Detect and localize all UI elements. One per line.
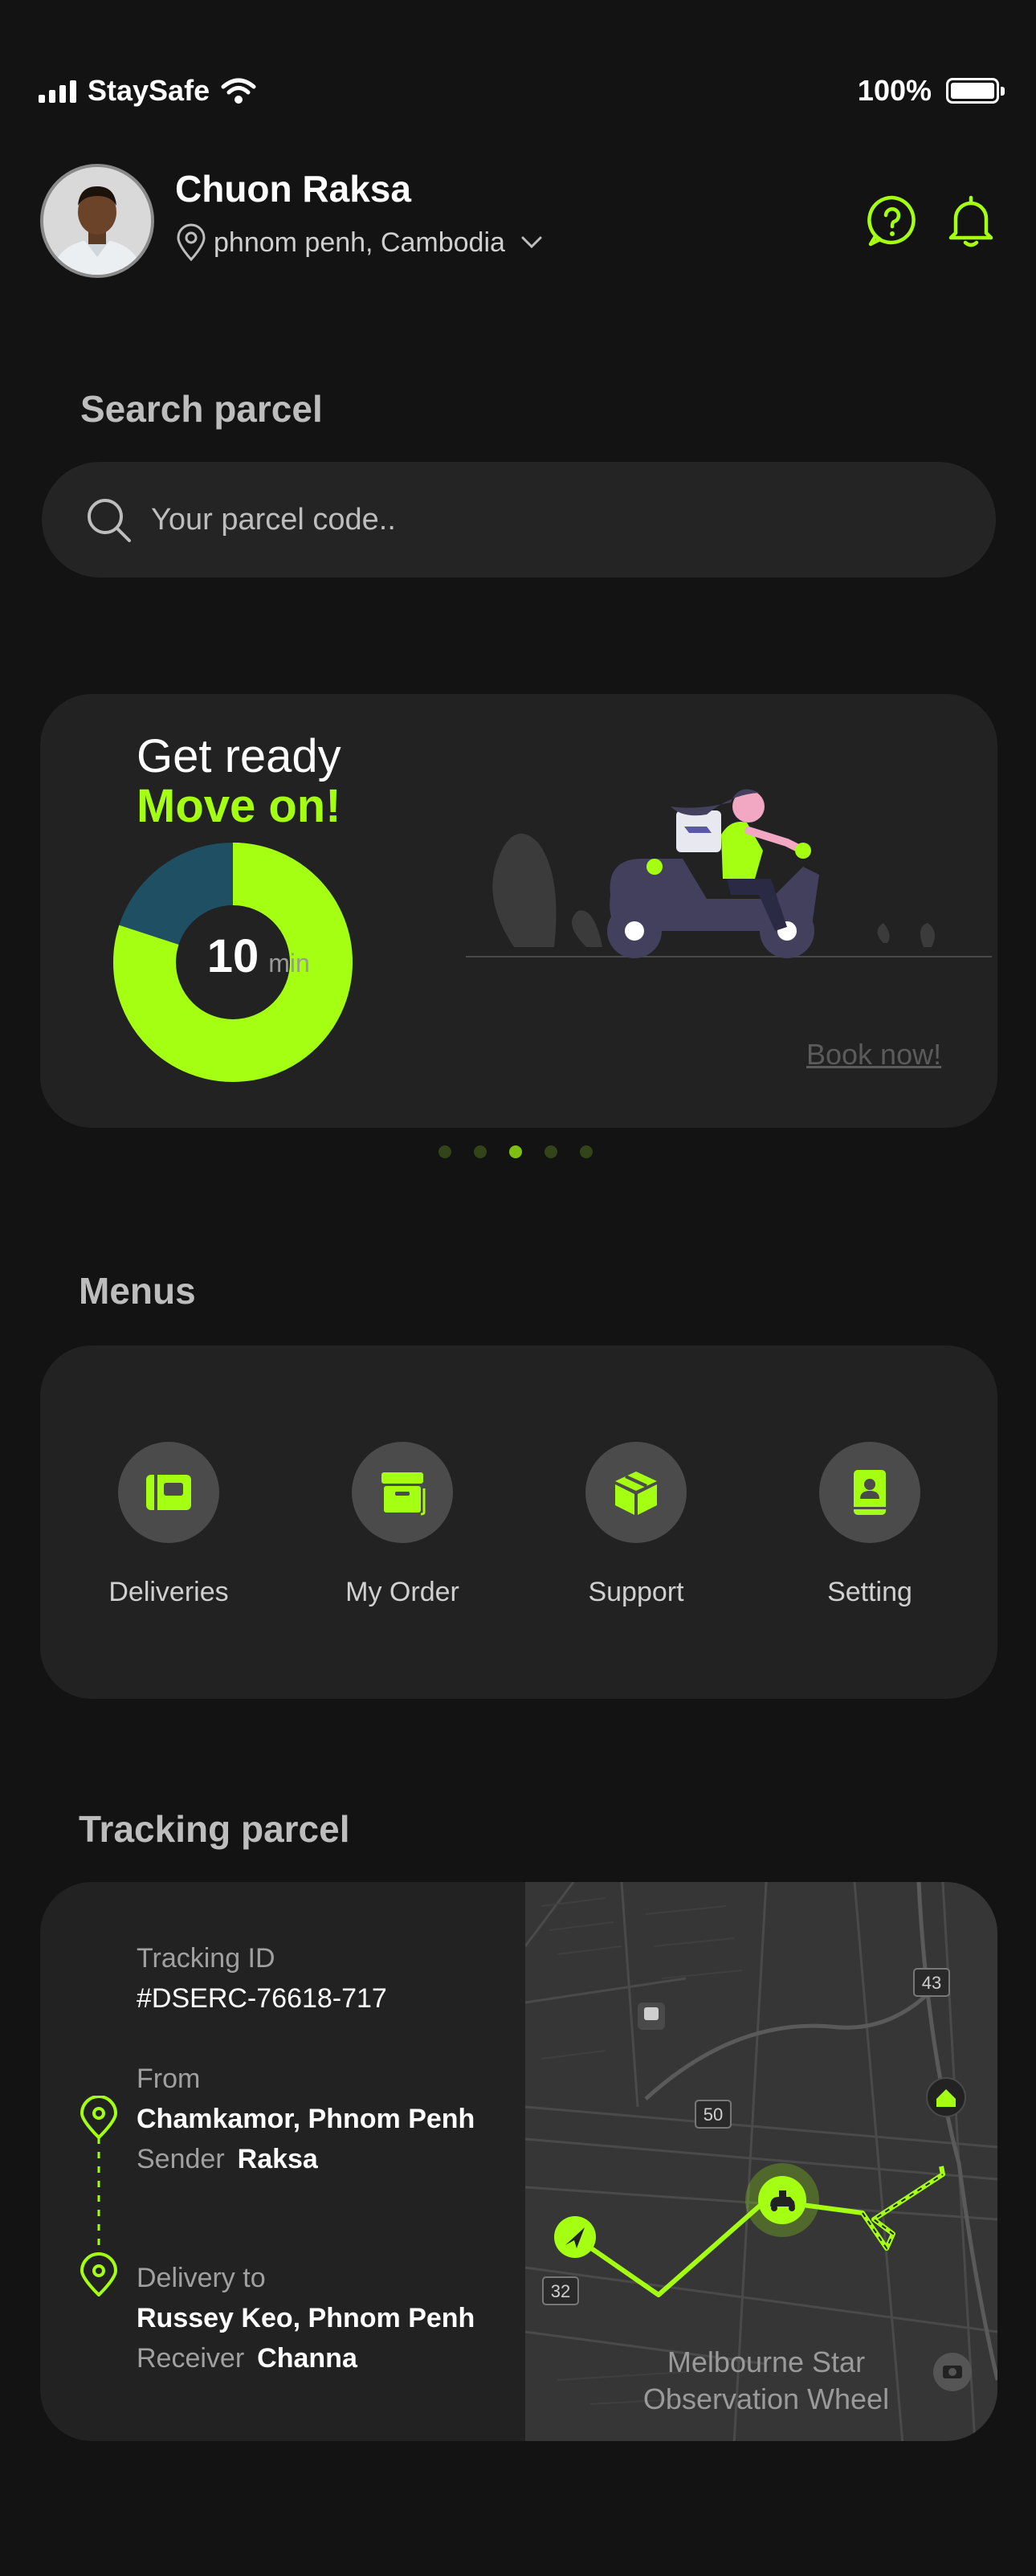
search-icon bbox=[88, 499, 131, 542]
carousel-indicator[interactable] bbox=[438, 1145, 593, 1158]
timer-value: 10 bbox=[207, 930, 259, 982]
banner-subtitle: Move on! bbox=[137, 780, 341, 832]
status-bar-right: 100% bbox=[857, 71, 1005, 111]
search-section-title: Search parcel bbox=[80, 388, 323, 430]
location-pin-icon bbox=[177, 223, 206, 262]
tracking-id: #DSERC-76618-717 bbox=[137, 1983, 387, 2014]
menu-label: Setting bbox=[827, 1577, 912, 1607]
menu-label: Support bbox=[588, 1577, 684, 1607]
from-address: Chamkamor, Phnom Penh bbox=[137, 2104, 475, 2134]
from-label: From bbox=[137, 2064, 201, 2094]
status-bar-left: StaySafe bbox=[39, 71, 256, 111]
deliveries-icon bbox=[146, 1475, 191, 1510]
timer-donut: 10 min bbox=[113, 843, 353, 1082]
road-label: 32 bbox=[551, 2281, 570, 2301]
avatar[interactable] bbox=[40, 164, 154, 278]
book-now-link[interactable]: Book now! bbox=[806, 1038, 941, 1072]
promo-banner[interactable]: Get ready Move on! 10 min Book now! bbox=[40, 694, 997, 1128]
menu-item-setting[interactable]: Setting bbox=[773, 1442, 966, 1608]
timer-unit: min bbox=[268, 949, 310, 978]
chevron-down-icon bbox=[521, 236, 542, 249]
tracking-map[interactable]: 43 50 32 Melbourne Star Observation Whee… bbox=[524, 1882, 997, 2441]
receiver-row: Receiver Channa bbox=[137, 2343, 357, 2374]
sender-row: Sender Raksa bbox=[137, 2144, 318, 2175]
search-bar[interactable] bbox=[42, 462, 996, 578]
bell-icon[interactable] bbox=[943, 193, 999, 249]
menu-item-my-order[interactable]: My Order bbox=[306, 1442, 499, 1608]
user-name: Chuon Raksa bbox=[175, 168, 411, 210]
receiver-label: Receiver bbox=[137, 2343, 245, 2374]
carousel-dot[interactable] bbox=[438, 1145, 451, 1158]
scooter-illustration bbox=[466, 789, 992, 958]
menu-item-deliveries[interactable]: Deliveries bbox=[72, 1442, 265, 1608]
sender-label: Sender bbox=[137, 2144, 225, 2174]
menu-item-support[interactable]: Support bbox=[540, 1442, 732, 1608]
location-text: phnom penh, Cambodia bbox=[214, 227, 505, 258]
map-place-label: Melbourne Star bbox=[667, 2345, 865, 2378]
sender-name: Raksa bbox=[237, 2144, 318, 2174]
tracking-card[interactable]: Tracking ID #DSERC-76618-717 From Chamka… bbox=[40, 1882, 997, 2441]
road-label: 43 bbox=[922, 1973, 941, 1993]
road-label: 50 bbox=[704, 2104, 723, 2125]
tracking-id-label: Tracking ID bbox=[137, 1943, 275, 1974]
wifi-icon bbox=[221, 78, 256, 104]
carousel-dot[interactable] bbox=[580, 1145, 593, 1158]
battery-percent: 100% bbox=[857, 74, 932, 107]
tracking-section-title: Tracking parcel bbox=[79, 1808, 350, 1850]
receiver-name: Channa bbox=[257, 2343, 357, 2374]
route-timeline bbox=[80, 2096, 118, 2296]
to-address: Russey Keo, Phnom Penh bbox=[137, 2303, 475, 2333]
menu-label: Deliveries bbox=[108, 1577, 229, 1607]
carousel-dot[interactable] bbox=[474, 1145, 487, 1158]
carrier-name: StaySafe bbox=[88, 74, 210, 107]
setting-book-icon bbox=[854, 1470, 886, 1515]
menus-section-title: Menus bbox=[79, 1270, 196, 1312]
carousel-dot-active[interactable] bbox=[509, 1145, 522, 1158]
order-box-icon bbox=[381, 1472, 426, 1516]
signal-icon bbox=[39, 79, 76, 103]
menus-card: Deliveries My Order Support Setting bbox=[40, 1345, 997, 1699]
location-selector[interactable]: phnom penh, Cambodia bbox=[175, 223, 545, 262]
search-input[interactable] bbox=[149, 501, 875, 538]
help-icon[interactable] bbox=[864, 193, 920, 249]
menu-label: My Order bbox=[345, 1577, 459, 1607]
to-label: Delivery to bbox=[137, 2263, 266, 2293]
carousel-dot[interactable] bbox=[545, 1145, 557, 1158]
map-place-label: Observation Wheel bbox=[643, 2382, 889, 2415]
banner-title: Get ready bbox=[137, 730, 341, 782]
support-box-icon bbox=[615, 1472, 657, 1515]
battery-icon bbox=[946, 78, 1005, 104]
